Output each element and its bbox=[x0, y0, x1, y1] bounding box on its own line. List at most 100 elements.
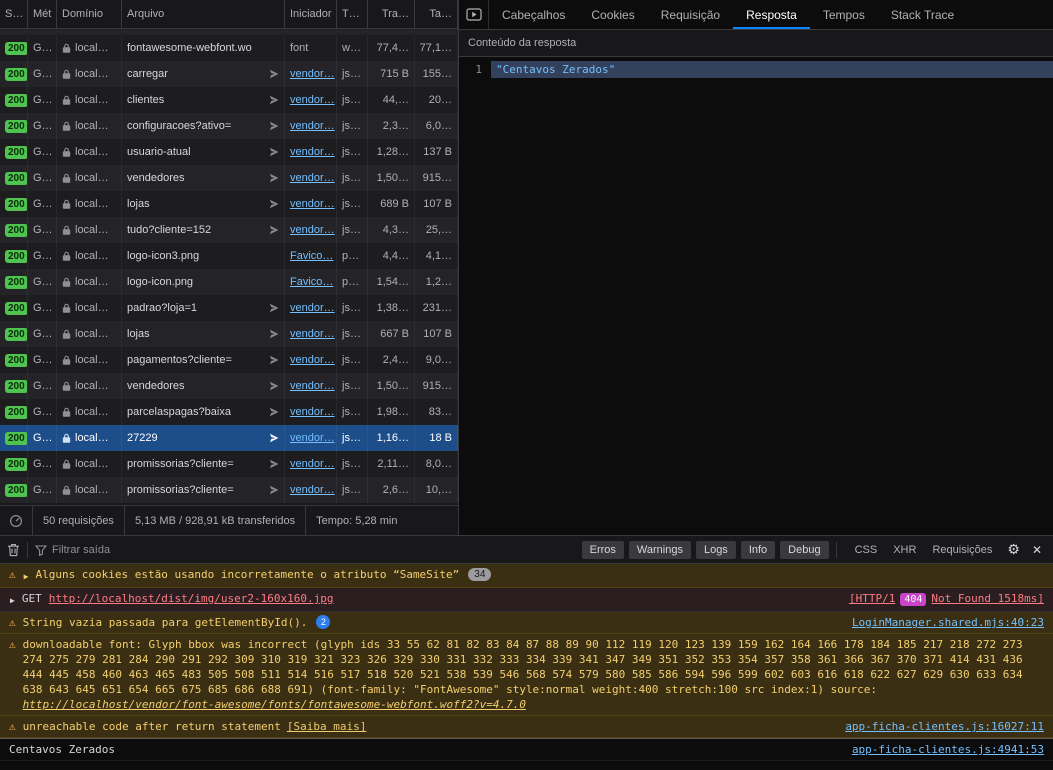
column-header-type[interactable]: T… bbox=[337, 0, 368, 28]
size-cell: 1,2… bbox=[415, 269, 458, 295]
network-request-row[interactable]: 200G…local…promissorias?cliente=vendor…j… bbox=[0, 477, 458, 503]
column-header-method[interactable]: Mét bbox=[28, 0, 57, 28]
filter-button-debug[interactable]: Debug bbox=[780, 541, 828, 559]
initiator-cell[interactable]: Favico… bbox=[285, 269, 337, 295]
status-cell: 200 bbox=[0, 347, 28, 373]
status-cell: 200 bbox=[0, 295, 28, 321]
initiator-cell[interactable]: vendor… bbox=[285, 425, 337, 451]
domain-cell: local… bbox=[57, 425, 122, 451]
http-status-text: [HTTP/1404Not Found 1518ms] bbox=[835, 591, 1044, 606]
network-request-row[interactable]: 200G…local…logo-icon.pngFavico…p…1,54…1,… bbox=[0, 269, 458, 295]
tab-resposta[interactable]: Resposta bbox=[733, 0, 810, 29]
status-200-badge: 200 bbox=[5, 42, 28, 55]
initiator-cell[interactable]: vendor… bbox=[285, 61, 337, 87]
size-cell: 137 B bbox=[415, 139, 458, 165]
throttling-icon[interactable] bbox=[0, 506, 33, 535]
size-cell: 18 B bbox=[415, 425, 458, 451]
network-request-row[interactable]: 200G…local…lojasvendor…js…667 B107 B bbox=[0, 321, 458, 347]
tab-tempos[interactable]: Tempos bbox=[810, 0, 878, 29]
method-cell: G… bbox=[28, 113, 57, 139]
initiator-cell[interactable]: vendor… bbox=[285, 87, 337, 113]
request-url-link[interactable]: http://localhost/dist/img/user2-160x160.… bbox=[49, 592, 334, 605]
initiator-cell[interactable]: vendor… bbox=[285, 139, 337, 165]
initiator-cell[interactable]: vendor… bbox=[285, 191, 337, 217]
network-request-row[interactable]: 200G…local…pagamentos?cliente=vendor…js…… bbox=[0, 347, 458, 373]
network-request-row[interactable]: 200G…local…promissorias?cliente=vendor…j… bbox=[0, 451, 458, 477]
response-source-view[interactable]: 1 "Centavos Zerados" bbox=[459, 57, 1053, 535]
initiator-cell[interactable]: vendor… bbox=[285, 451, 337, 477]
column-header-initiator[interactable]: Iniciador bbox=[285, 0, 337, 28]
lock-icon bbox=[62, 173, 71, 184]
tab-cookies[interactable]: Cookies bbox=[578, 0, 647, 29]
console-settings-gear-icon[interactable]: ⚙ bbox=[1007, 541, 1020, 558]
file-cell: logo-icon.png bbox=[122, 269, 285, 295]
expand-arrow-icon[interactable]: ▶ bbox=[24, 569, 29, 584]
font-source-url-link[interactable]: http://localhost/vendor/font-awesome/fon… bbox=[23, 698, 526, 711]
method-cell: G… bbox=[28, 399, 57, 425]
network-request-row[interactable]: 200G…local…tudo?cliente=152vendor…js…4,3… bbox=[0, 217, 458, 243]
filter-button-xhr[interactable]: XHR bbox=[888, 541, 921, 559]
close-split-console-icon[interactable]: ✕ bbox=[1032, 543, 1042, 557]
type-cell: js… bbox=[337, 61, 368, 87]
network-request-row[interactable]: 200G…local…parcelaspagas?baixavendor…js…… bbox=[0, 399, 458, 425]
method-cell: G… bbox=[28, 295, 57, 321]
lock-icon bbox=[62, 121, 71, 132]
network-request-row[interactable]: 200G…local…lojasvendor…js…689 B107 B bbox=[0, 191, 458, 217]
initiator-cell[interactable]: vendor… bbox=[285, 321, 337, 347]
initiator-cell[interactable]: vendor… bbox=[285, 373, 337, 399]
top-split: S… Mét Domínio Arquivo Iniciador T… Tra…… bbox=[0, 0, 1053, 535]
network-request-row[interactable]: 200G…local…usuario-atualvendor…js…1,28…1… bbox=[0, 139, 458, 165]
domain-cell: local… bbox=[57, 61, 122, 87]
learn-more-link[interactable]: [Saiba mais] bbox=[287, 720, 366, 733]
tab-stack-trace[interactable]: Stack Trace bbox=[878, 0, 967, 29]
tab-requisicao[interactable]: Requisição bbox=[648, 0, 733, 29]
filter-button-css[interactable]: CSS bbox=[850, 541, 883, 559]
column-header-domain[interactable]: Domínio bbox=[57, 0, 122, 28]
lock-icon bbox=[62, 277, 71, 288]
source-location-link[interactable]: app-ficha-clientes.js:4941:53 bbox=[838, 742, 1044, 757]
network-request-row[interactable]: 200G…local…logo-icon3.pngFavico…p…4,4…4,… bbox=[0, 243, 458, 269]
expand-arrow-icon[interactable]: ▶ bbox=[10, 593, 15, 608]
source-location-link[interactable]: LoginManager.shared.mjs:40:23 bbox=[838, 615, 1044, 630]
source-location-link[interactable]: app-ficha-clientes.js:16027:11 bbox=[831, 719, 1044, 734]
method-cell: G… bbox=[28, 425, 57, 451]
initiator-cell[interactable]: vendor… bbox=[285, 113, 337, 139]
method-cell: G… bbox=[28, 321, 57, 347]
initiator-cell[interactable]: vendor… bbox=[285, 347, 337, 373]
network-request-row[interactable]: 200G…local…configuracoes?ativo=vendor…js… bbox=[0, 113, 458, 139]
size-cell: 107 B bbox=[415, 191, 458, 217]
column-header-file[interactable]: Arquivo bbox=[122, 0, 285, 28]
new-request-icon[interactable] bbox=[459, 0, 489, 29]
console-panel: Erros Warnings Logs Info Debug CSS XHR Requisi… bbox=[0, 535, 1053, 770]
network-request-row[interactable]: 200G…local…carregarvendor…js…715 B155… bbox=[0, 61, 458, 87]
initiator-cell[interactable]: vendor… bbox=[285, 217, 337, 243]
filter-button-logs[interactable]: Logs bbox=[696, 541, 736, 559]
clear-console-icon[interactable] bbox=[7, 543, 20, 557]
filter-button-requisicoes[interactable]: Requisições bbox=[927, 541, 997, 559]
filter-button-erros[interactable]: Erros bbox=[582, 541, 624, 559]
initiator-cell[interactable]: vendor… bbox=[285, 399, 337, 425]
send-icon bbox=[269, 459, 279, 469]
network-request-row[interactable]: 200G…local…vendedoresvendor…js…1,50…915… bbox=[0, 373, 458, 399]
network-request-row[interactable]: 200G…local…27229vendor…js…1,16…18 B bbox=[0, 425, 458, 451]
network-request-row[interactable]: 200G…local…padrao?loja=1vendor…js…1,38…2… bbox=[0, 295, 458, 321]
filter-button-warnings[interactable]: Warnings bbox=[629, 541, 691, 559]
initiator-cell[interactable]: vendor… bbox=[285, 165, 337, 191]
column-header-size[interactable]: Ta… bbox=[415, 0, 458, 28]
send-icon bbox=[269, 173, 279, 183]
filter-icon bbox=[35, 544, 47, 556]
network-request-row[interactable]: 200G…local…clientesvendor…js…44,…20… bbox=[0, 87, 458, 113]
initiator-cell[interactable]: vendor… bbox=[285, 295, 337, 321]
network-request-row[interactable]: 200G…local…fontawesome-webfont.wofontw…7… bbox=[0, 35, 458, 61]
initiator-cell[interactable]: Favico… bbox=[285, 243, 337, 269]
file-cell: logo-icon3.png bbox=[122, 243, 285, 269]
network-request-row[interactable]: 200G…local…vendedoresvendor…js…1,50…915… bbox=[0, 165, 458, 191]
filter-button-info[interactable]: Info bbox=[741, 541, 775, 559]
initiator-cell[interactable]: vendor… bbox=[285, 477, 337, 503]
column-header-status[interactable]: S… bbox=[0, 0, 28, 28]
tab-cabecalhos[interactable]: Cabeçalhos bbox=[489, 0, 578, 29]
column-header-transferred[interactable]: Tra… bbox=[368, 0, 415, 28]
console-filter-input[interactable] bbox=[52, 544, 252, 556]
file-cell: tudo?cliente=152 bbox=[122, 217, 285, 243]
initiator-cell: font bbox=[285, 35, 337, 61]
